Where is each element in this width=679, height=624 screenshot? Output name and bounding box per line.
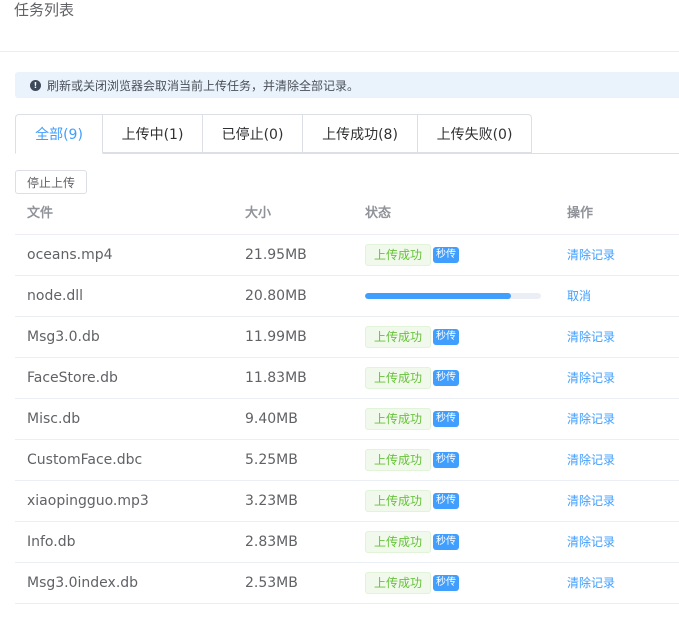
clear-record-link: 清除记录	[567, 399, 615, 439]
clear-record-link: 清除记录	[567, 481, 615, 521]
tab-all[interactable]: 全部(9)	[15, 114, 103, 154]
file-name: Misc.db	[27, 411, 81, 427]
clear-record-button[interactable]: 清除记录	[567, 412, 615, 426]
tab-uploading[interactable]: 上传中(1)	[103, 114, 203, 153]
file-name: Msg3.0index.db	[27, 575, 139, 591]
table-row: Msg3.0.db 11.99MB 上传成功 秒传 清除记录	[15, 317, 679, 358]
status-badge: 上传成功	[365, 367, 432, 389]
status-badge: 上传成功	[365, 326, 432, 348]
file-name: FaceStore.db	[27, 370, 118, 386]
clear-record-button[interactable]: 清除记录	[567, 371, 615, 385]
status-cell: 上传成功 秒传	[365, 358, 460, 398]
instant-upload-badge: 秒传	[433, 534, 460, 550]
upload-progress-bar	[365, 293, 541, 299]
clear-record-link: 清除记录	[567, 563, 615, 603]
tab-failed[interactable]: 上传失败(0)	[418, 114, 532, 153]
status-badge: 上传成功	[365, 572, 432, 594]
status-cell: 上传成功 秒传	[365, 399, 460, 439]
status-cell: 上传成功 秒传	[365, 522, 460, 562]
header-status: 状态	[365, 206, 392, 221]
instant-upload-badge: 秒传	[433, 370, 460, 386]
file-size: 9.40MB	[245, 411, 298, 427]
status-cell	[365, 276, 541, 316]
file-size: 11.83MB	[245, 370, 307, 386]
table-row: node.dll 20.80MB 取消	[15, 276, 679, 317]
file-size: 2.83MB	[245, 534, 298, 550]
table-row: oceans.mp4 21.95MB 上传成功 秒传 清除记录	[15, 235, 679, 276]
file-name: node.dll	[27, 288, 84, 304]
divider	[0, 51, 679, 52]
file-name: oceans.mp4	[27, 247, 113, 263]
tab-stopped[interactable]: 已停止(0)	[203, 114, 303, 153]
table-row: Info.db 2.83MB 上传成功 秒传 清除记录	[15, 522, 679, 563]
tab-success[interactable]: 上传成功(8)	[303, 114, 418, 153]
info-alert: ! 刷新或关闭浏览器会取消当前上传任务，并清除全部记录。	[15, 72, 679, 98]
instant-upload-badge: 秒传	[433, 493, 460, 509]
clear-record-link: 清除记录	[567, 522, 615, 562]
instant-upload-badge: 秒传	[433, 411, 460, 427]
status-cell: 上传成功 秒传	[365, 235, 460, 275]
clear-record-button[interactable]: 清除记录	[567, 248, 615, 262]
instant-upload-badge: 秒传	[433, 452, 460, 468]
clear-record-link: 清除记录	[567, 235, 615, 275]
clear-record-button[interactable]: 清除记录	[567, 494, 615, 508]
upload-table: 文件 大小 状态 操作 oceans.mp4 21.95MB 上传成功 秒传 清除记录 n…	[15, 194, 679, 604]
status-cell: 上传成功 秒传	[365, 563, 460, 603]
clear-record-link: 清除记录	[567, 358, 615, 398]
file-size: 21.95MB	[245, 247, 307, 263]
file-name: Msg3.0.db	[27, 329, 100, 345]
cancel-upload-link: 取消	[567, 276, 591, 316]
status-badge: 上传成功	[365, 490, 432, 512]
table-header: 文件 大小 状态 操作	[15, 194, 679, 235]
clear-record-button[interactable]: 清除记录	[567, 453, 615, 467]
status-badge: 上传成功	[365, 408, 432, 430]
table-row: xiaopingguo.mp3 3.23MB 上传成功 秒传 清除记录	[15, 481, 679, 522]
status-cell: 上传成功 秒传	[365, 317, 460, 357]
header-size: 大小	[245, 206, 272, 221]
file-name: Info.db	[27, 534, 76, 550]
header-operation: 操作	[567, 206, 594, 221]
table-row: FaceStore.db 11.83MB 上传成功 秒传 清除记录	[15, 358, 679, 399]
table-row: CustomFace.dbc 5.25MB 上传成功 秒传 清除记录	[15, 440, 679, 481]
file-name: CustomFace.dbc	[27, 452, 143, 468]
table-body: oceans.mp4 21.95MB 上传成功 秒传 清除记录 node.dll 20.80…	[15, 235, 679, 604]
file-size: 3.23MB	[245, 493, 298, 509]
clear-record-link: 清除记录	[567, 440, 615, 480]
cancel-button[interactable]: 取消	[567, 289, 591, 303]
header-file: 文件	[27, 206, 54, 221]
status-badge: 上传成功	[365, 449, 432, 471]
page-title: 任务列表	[14, 1, 75, 19]
instant-upload-badge: 秒传	[433, 575, 460, 591]
progress-fill	[365, 293, 512, 299]
status-badge: 上传成功	[365, 531, 432, 553]
status-badge: 上传成功	[365, 244, 432, 266]
status-cell: 上传成功 秒传	[365, 481, 460, 521]
file-name: xiaopingguo.mp3	[27, 493, 149, 509]
table-row: Msg3.0index.db 2.53MB 上传成功 秒传 清除记录	[15, 563, 679, 604]
file-size: 5.25MB	[245, 452, 298, 468]
file-size: 2.53MB	[245, 575, 298, 591]
status-cell: 上传成功 秒传	[365, 440, 460, 480]
file-size: 11.99MB	[245, 329, 307, 345]
stop-upload-button[interactable]: 停止上传	[15, 170, 87, 194]
clear-record-button[interactable]: 清除记录	[567, 535, 615, 549]
instant-upload-badge: 秒传	[433, 247, 460, 263]
status-tabs: 全部(9) 上传中(1) 已停止(0) 上传成功(8) 上传失败(0)	[15, 114, 679, 154]
alert-message: 刷新或关闭浏览器会取消当前上传任务，并清除全部记录。	[47, 78, 360, 93]
clear-record-button[interactable]: 清除记录	[567, 576, 615, 590]
table-row: Misc.db 9.40MB 上传成功 秒传 清除记录	[15, 399, 679, 440]
file-size: 20.80MB	[245, 288, 307, 304]
instant-upload-badge: 秒传	[433, 329, 460, 345]
clear-record-button[interactable]: 清除记录	[567, 330, 615, 344]
info-circle-icon: !	[30, 79, 41, 91]
tabs-divider	[15, 153, 679, 154]
clear-record-link: 清除记录	[567, 317, 615, 357]
